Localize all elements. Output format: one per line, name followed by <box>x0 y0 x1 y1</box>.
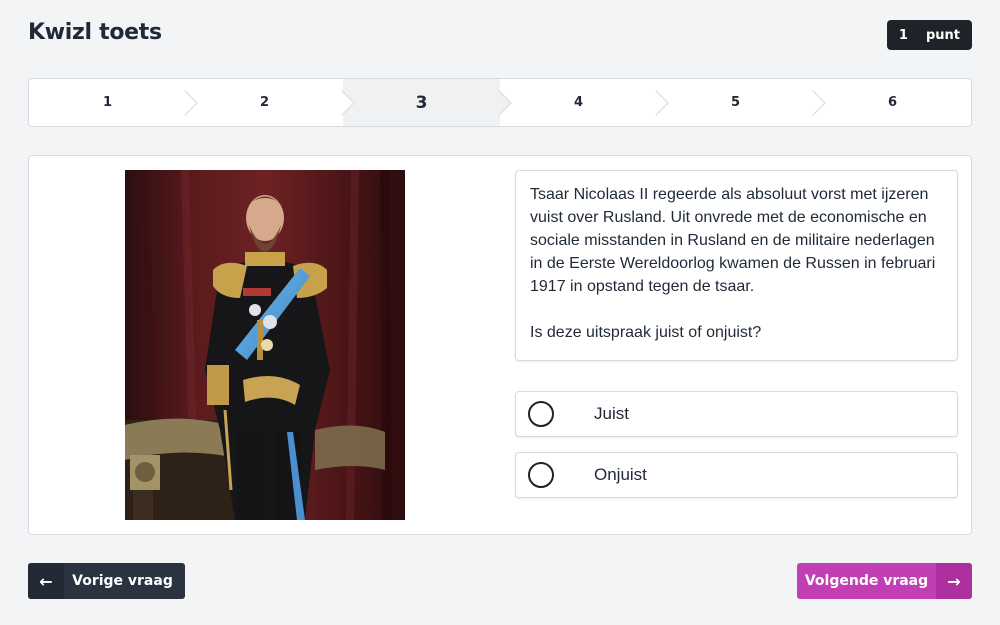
points-badge: 1 punt <box>886 20 972 50</box>
arrow-right-icon: → <box>936 563 972 599</box>
points-label: punt <box>925 27 960 43</box>
option-label: Onjuist <box>594 465 647 484</box>
step-2[interactable]: 2 <box>186 79 343 126</box>
step-4[interactable]: 4 <box>500 79 657 126</box>
arrow-left-icon: ← <box>28 563 64 599</box>
option-onjuist[interactable]: Onjuist <box>515 452 958 498</box>
step-1[interactable]: 1 <box>29 79 186 126</box>
question-card: Tsaar Nicolaas II regeerde als absoluut … <box>28 155 972 535</box>
option-juist[interactable]: Juist <box>515 391 958 437</box>
question-stepper: 1 2 3 4 5 6 <box>28 78 972 127</box>
radio-button[interactable] <box>528 401 554 427</box>
previous-question-label: Vorige vraag <box>72 573 173 589</box>
next-question-label: Volgende vraag <box>804 573 929 589</box>
step-6[interactable]: 6 <box>814 79 971 126</box>
points-value: 1 <box>898 27 908 43</box>
page-title: Kwizl toets <box>28 20 162 45</box>
next-question-button[interactable]: Volgende vraag → <box>797 563 972 599</box>
radio-button[interactable] <box>528 462 554 488</box>
previous-question-button[interactable]: ← Vorige vraag <box>28 563 185 599</box>
step-5[interactable]: 5 <box>657 79 814 126</box>
portrait-image <box>125 170 405 520</box>
question-text-box: Tsaar Nicolaas II regeerde als absoluut … <box>515 170 958 361</box>
question-prompt: Is deze uitspraak juist of onjuist? <box>530 324 762 341</box>
question-statement: Tsaar Nicolaas II regeerde als absoluut … <box>530 186 936 295</box>
option-label: Juist <box>594 404 629 423</box>
step-3[interactable]: 3 <box>343 79 500 126</box>
